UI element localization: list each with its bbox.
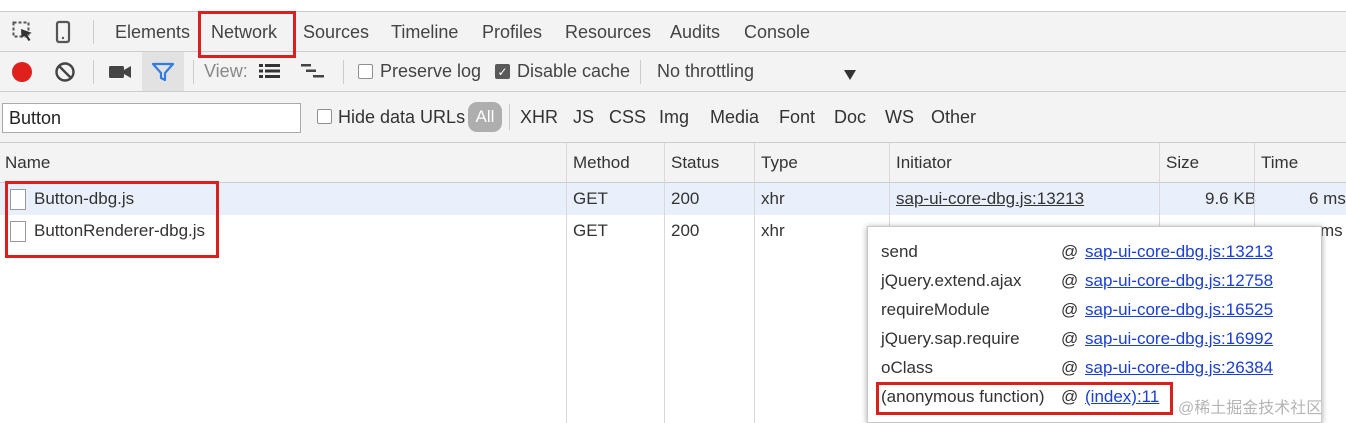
column-divider [754, 143, 755, 423]
tab-resources[interactable]: Resources [565, 12, 651, 52]
device-mode-icon[interactable] [55, 20, 71, 44]
type-filter-js[interactable]: JS [573, 92, 594, 142]
type-filter-css[interactable]: CSS [609, 92, 646, 142]
disable-cache-checkbox[interactable]: ✓ [495, 64, 510, 79]
type-filter-xhr[interactable]: XHR [520, 92, 558, 142]
record-button[interactable] [12, 62, 32, 82]
stack-frame-function: jQuery.extend.ajax [881, 271, 1022, 290]
stack-frame-link[interactable]: sap-ui-core-dbg.js:12758 [1085, 266, 1273, 295]
tab-timeline[interactable]: Timeline [391, 12, 458, 52]
view-label: View: [204, 61, 248, 81]
stack-frame-function: oClass [881, 358, 933, 377]
request-time: 6 ms [1309, 189, 1346, 208]
column-header-name[interactable]: Name [0, 143, 50, 182]
tab-console[interactable]: Console [744, 12, 810, 52]
tabbar-divider [93, 20, 94, 44]
network-toolbar: View: Preserve log ✓ Disable cache No th… [0, 52, 1346, 92]
camera-icon[interactable] [108, 64, 132, 80]
type-filter-all[interactable]: All [468, 102, 502, 132]
request-name[interactable]: ButtonRenderer-dbg.js [34, 215, 205, 247]
window-top-strip [0, 0, 1346, 11]
stack-frame-at: @ [1061, 242, 1079, 261]
watermark: @稀土掘金技术社区 [1178, 400, 1323, 417]
filter-toggle-button[interactable] [142, 52, 184, 91]
devtools-tab-bar: Elements Network Sources Timeline Profil… [0, 11, 1346, 52]
preserve-log-label: Preserve log [380, 61, 482, 81]
filter-input[interactable] [2, 103, 301, 133]
toolbar-divider [640, 60, 641, 84]
stack-frame-link[interactable]: sap-ui-core-dbg.js:16992 [1085, 324, 1273, 353]
tab-elements[interactable]: Elements [115, 12, 190, 52]
stack-frame-at: @ [1061, 387, 1079, 406]
tab-audits[interactable]: Audits [670, 12, 720, 52]
column-header-size[interactable]: Size [1161, 143, 1199, 182]
preserve-log-checkbox[interactable] [358, 64, 373, 79]
stack-frame-at: @ [1061, 358, 1079, 377]
filter-bar: Hide data URLs All XHR JS CSS Img Media … [0, 92, 1346, 143]
file-icon [10, 221, 26, 242]
request-type: xhr [761, 189, 785, 208]
stack-frame-function: requireModule [881, 300, 990, 319]
stack-frame-link[interactable]: sap-ui-core-dbg.js:16525 [1085, 295, 1273, 324]
request-time: ms [1320, 221, 1343, 240]
stack-frame-function: (anonymous function) [881, 387, 1045, 406]
column-header-status[interactable]: Status [666, 143, 719, 182]
request-type: xhr [761, 221, 785, 240]
column-header-initiator[interactable]: Initiator [891, 143, 952, 182]
tab-sources[interactable]: Sources [303, 12, 369, 52]
toolbar-divider [343, 60, 344, 84]
toolbar-divider [193, 60, 194, 84]
stack-frame-at: @ [1061, 300, 1079, 319]
type-filter-font[interactable]: Font [779, 92, 815, 142]
request-method: GET [573, 189, 608, 208]
disable-cache-label: Disable cache [517, 61, 631, 81]
stack-frame-link[interactable]: (index):11 [1085, 382, 1159, 411]
stack-frame-link[interactable]: sap-ui-core-dbg.js:26384 [1085, 353, 1273, 382]
stack-frame-at: @ [1061, 329, 1079, 348]
type-filter-img[interactable]: Img [659, 92, 689, 142]
column-divider [566, 143, 567, 423]
column-header-type[interactable]: Type [756, 143, 798, 182]
stack-frame-function: send [881, 242, 918, 261]
table-row[interactable]: Button-dbg.js GET 200 xhr sap-ui-core-db… [0, 183, 1346, 215]
type-filter-other[interactable]: Other [931, 92, 976, 142]
inspect-element-icon[interactable] [12, 21, 36, 43]
type-filter-ws[interactable]: WS [885, 92, 914, 142]
large-rows-icon[interactable] [259, 63, 281, 79]
type-filter-divider [509, 104, 510, 130]
chevron-down-icon[interactable] [843, 66, 857, 80]
request-method: GET [573, 221, 608, 240]
request-name[interactable]: Button-dbg.js [34, 183, 134, 215]
hide-data-urls-checkbox[interactable] [317, 109, 332, 124]
request-status: 200 [671, 221, 700, 240]
request-initiator-link[interactable]: sap-ui-core-dbg.js:13213 [896, 183, 1084, 215]
table-header: Name Method Status Type Initiator Size T… [0, 143, 1346, 183]
column-header-method[interactable]: Method [568, 143, 630, 182]
overview-icon[interactable] [301, 63, 325, 79]
request-size: 9.6 KB [1205, 189, 1257, 208]
column-divider [664, 143, 665, 423]
column-header-time[interactable]: Time [1256, 143, 1298, 182]
filter-icon [151, 62, 175, 82]
stack-frame-function: jQuery.sap.require [881, 329, 1020, 348]
clear-icon[interactable] [54, 61, 76, 83]
file-icon [10, 189, 26, 210]
type-filter-doc[interactable]: Doc [834, 92, 866, 142]
toolbar-divider [93, 60, 94, 84]
tab-profiles[interactable]: Profiles [482, 12, 542, 52]
stack-frame-link[interactable]: sap-ui-core-dbg.js:13213 [1085, 237, 1273, 266]
tab-network[interactable]: Network [211, 12, 277, 52]
throttling-select[interactable]: No throttling [657, 52, 754, 91]
request-status: 200 [671, 189, 700, 208]
hide-data-urls-label: Hide data URLs [338, 107, 466, 127]
stack-frame-at: @ [1061, 271, 1079, 290]
type-filter-media[interactable]: Media [710, 92, 759, 142]
